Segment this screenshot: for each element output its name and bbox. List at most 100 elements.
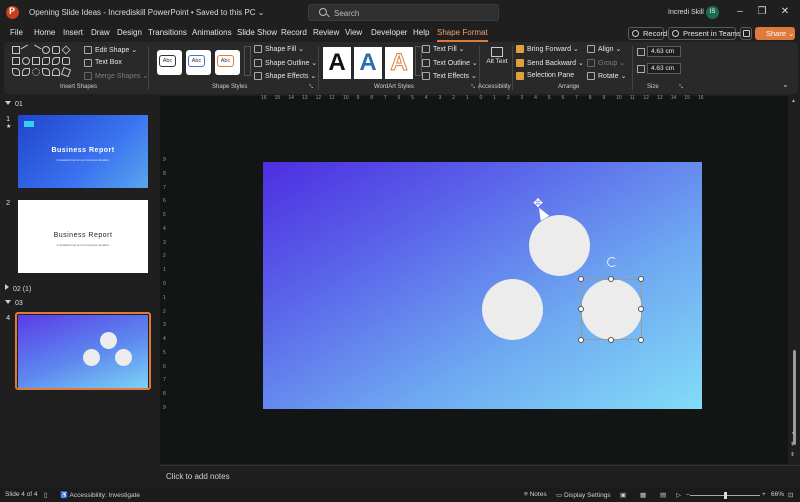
share-button[interactable]: Share ⌄ xyxy=(755,27,795,40)
wordart-style-blue[interactable]: A xyxy=(354,47,382,79)
text-box-button[interactable]: Text Box xyxy=(84,59,122,67)
minimize-icon[interactable]: – xyxy=(734,6,746,18)
textbox-shape-icon[interactable] xyxy=(12,57,20,65)
wordart-style-black[interactable]: A xyxy=(323,47,351,79)
resize-handle-w[interactable] xyxy=(578,306,584,312)
previous-slide-icon[interactable]: ⇞ xyxy=(790,441,795,448)
callout-shape-icon[interactable] xyxy=(42,57,50,65)
slideshow-view-icon[interactable]: ▷ xyxy=(676,491,681,499)
height-input[interactable]: 4.63 cm xyxy=(647,46,681,57)
shape-style-option-3[interactable]: Abc xyxy=(215,50,240,75)
shape-fill-button[interactable]: Shape Fill ⌄ xyxy=(254,45,304,53)
tab-draw[interactable]: Draw xyxy=(91,28,110,37)
zoom-level[interactable]: 66% xyxy=(771,491,784,498)
tab-review[interactable]: Review xyxy=(313,28,339,37)
line-shape-icon[interactable] xyxy=(30,44,42,56)
tab-developer[interactable]: Developer xyxy=(371,28,407,37)
close-icon[interactable]: ✕ xyxy=(779,6,791,18)
user-name[interactable]: Incredi Skill xyxy=(668,9,704,16)
width-input[interactable]: 4.63 cm xyxy=(647,63,681,74)
oval-shape-icon[interactable] xyxy=(42,46,50,54)
tab-design[interactable]: Design xyxy=(117,28,142,37)
circle-shape-left[interactable] xyxy=(482,279,543,340)
tab-home[interactable]: Home xyxy=(34,28,55,37)
text-effects-button[interactable]: Text Effects ⌄ xyxy=(422,72,477,80)
tab-slide-show[interactable]: Slide Show xyxy=(237,28,277,37)
slide-thumbnail-1[interactable]: Business Report A detailed look at our b… xyxy=(18,115,148,188)
rounded-rectangle-shape-icon[interactable] xyxy=(52,46,60,54)
vertical-scrollbar[interactable]: ▲ ▼ ⇞ ⇟ xyxy=(789,96,799,464)
notes-toggle-button[interactable]: ≡ Notes xyxy=(524,491,547,498)
bring-forward-button[interactable]: Bring Forward ⌄ xyxy=(516,45,579,53)
square-shape-icon[interactable] xyxy=(32,57,40,65)
current-slide[interactable] xyxy=(263,162,702,409)
next-slide-icon[interactable]: ⇟ xyxy=(790,451,795,458)
freeform-shape-icon[interactable] xyxy=(22,68,30,76)
arc-shape-icon[interactable] xyxy=(52,57,60,65)
dialog-launcher-icon[interactable]: ⤡ xyxy=(679,84,683,90)
scribble-shape-icon[interactable] xyxy=(32,68,40,76)
resize-handle-nw[interactable] xyxy=(578,276,584,282)
wordart-more-icon[interactable] xyxy=(415,46,422,76)
tab-file[interactable]: File xyxy=(10,28,23,37)
section-header-01[interactable]: 01 xyxy=(5,101,23,108)
resize-handle-sw[interactable] xyxy=(578,337,584,343)
rotate-handle-icon[interactable] xyxy=(607,257,617,267)
display-settings-button[interactable]: ▭ Display Settings xyxy=(556,491,611,499)
diamond-shape-icon[interactable] xyxy=(61,45,71,55)
rotate-button[interactable]: Rotate ⌄ xyxy=(587,72,626,80)
present-in-teams-button[interactable]: Present in Teams xyxy=(668,27,741,40)
comments-button[interactable] xyxy=(740,27,752,40)
tab-record[interactable]: Record xyxy=(281,28,307,37)
slide-sorter-icon[interactable]: ▦ xyxy=(640,491,646,499)
shape-outline-button[interactable]: Shape Outline ⌄ xyxy=(254,59,317,67)
shape-style-option-1[interactable]: Abc xyxy=(157,50,182,75)
tab-animations[interactable]: Animations xyxy=(192,28,232,37)
text-outline-button[interactable]: Text Outline ⌄ xyxy=(422,59,478,67)
text-fill-button[interactable]: Text Fill ⌄ xyxy=(422,45,465,53)
normal-view-icon[interactable]: ▣ xyxy=(620,491,626,499)
record-button[interactable]: Record xyxy=(628,27,667,40)
slide-thumbnail-2[interactable]: Business Report A detailed look at our b… xyxy=(18,200,148,273)
resize-handle-e[interactable] xyxy=(638,306,644,312)
tab-help[interactable]: Help xyxy=(413,28,429,37)
dialog-launcher-icon[interactable]: ⤡ xyxy=(309,84,313,90)
star-shape-icon[interactable] xyxy=(60,66,72,78)
wave-shape-icon[interactable] xyxy=(42,68,50,76)
shape-style-option-2[interactable]: Abc xyxy=(186,50,211,75)
resize-handle-ne[interactable] xyxy=(638,276,644,282)
send-backward-button[interactable]: Send Backward ⌄ xyxy=(516,59,584,67)
resize-handle-n[interactable] xyxy=(608,276,614,282)
resize-handle-se[interactable] xyxy=(638,337,644,343)
section-header-03[interactable]: 03 xyxy=(5,300,23,307)
alt-text-button[interactable]: Alt Text xyxy=(486,47,508,65)
maximize-icon[interactable]: ❐ xyxy=(756,6,768,18)
selection-pane-button[interactable]: Selection Pane xyxy=(516,72,574,80)
bracket-shape-icon[interactable] xyxy=(52,68,60,76)
merge-shapes-button[interactable]: Merge Shapes ⌄ xyxy=(84,72,148,80)
spelling-icon[interactable]: ▯ xyxy=(44,491,48,499)
search-input[interactable]: Search xyxy=(308,4,499,21)
dialog-launcher-icon[interactable]: ⤡ xyxy=(471,84,475,90)
align-button[interactable]: Align ⌄ xyxy=(587,45,621,53)
slide-thumbnail-4[interactable] xyxy=(18,315,148,388)
edit-shape-button[interactable]: Edit Shape ⌄ xyxy=(84,46,137,54)
circle-shape-top[interactable] xyxy=(529,215,590,276)
arrow-shape-icon[interactable] xyxy=(62,57,70,65)
circle-shape-icon[interactable] xyxy=(22,57,30,65)
shapes-gallery[interactable] xyxy=(12,44,82,80)
section-header-02[interactable]: 02 (1) xyxy=(5,284,31,293)
group-button[interactable]: Group ⌄ xyxy=(587,59,625,67)
shape-effects-button[interactable]: Shape Effects ⌄ xyxy=(254,72,316,80)
tab-transitions[interactable]: Transitions xyxy=(148,28,187,37)
scroll-down-icon[interactable]: ▼ xyxy=(791,431,796,437)
zoom-in-icon[interactable]: + xyxy=(762,491,766,498)
reading-view-icon[interactable]: ▤ xyxy=(660,491,666,499)
tab-view[interactable]: View xyxy=(345,28,362,37)
notes-pane[interactable]: Click to add notes xyxy=(160,465,800,487)
avatar[interactable]: IS xyxy=(706,6,719,19)
scroll-up-icon[interactable]: ▲ xyxy=(791,98,796,104)
zoom-slider-thumb[interactable] xyxy=(724,492,727,499)
accessibility-status[interactable]: ♿ Accessibility: Investigate xyxy=(60,491,140,499)
tab-shape-format[interactable]: Shape Format xyxy=(437,28,488,42)
